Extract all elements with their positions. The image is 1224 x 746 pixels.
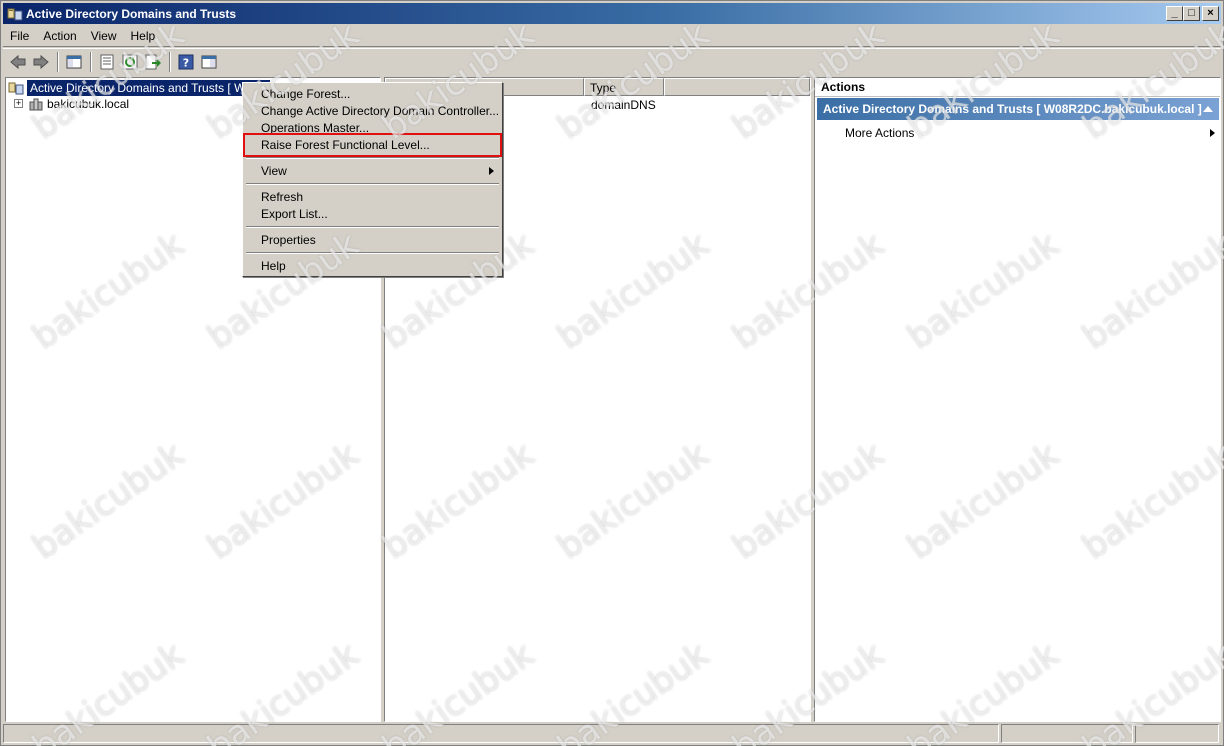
properties-button[interactable] bbox=[96, 51, 118, 73]
app-window: Active Directory Domains and Trusts _ □ … bbox=[0, 0, 1224, 746]
export-list-button[interactable] bbox=[142, 51, 164, 73]
ctx-view[interactable]: View bbox=[245, 162, 500, 179]
status-bar bbox=[3, 724, 1221, 744]
help-button[interactable]: ? bbox=[175, 51, 197, 73]
ctx-separator bbox=[246, 157, 499, 159]
back-button[interactable] bbox=[7, 51, 29, 73]
action-more-actions[interactable]: More Actions bbox=[845, 126, 1215, 140]
show-hide-action-pane-button[interactable] bbox=[198, 51, 220, 73]
toolbar-separator bbox=[169, 52, 171, 72]
list-row-type-cell[interactable]: domainDNS bbox=[591, 98, 656, 112]
status-segment bbox=[3, 724, 999, 743]
ctx-separator bbox=[246, 226, 499, 228]
toolbar-separator bbox=[57, 52, 59, 72]
toolbar: ? bbox=[3, 48, 1221, 75]
ctx-change-forest[interactable]: Change Forest... bbox=[245, 85, 500, 102]
refresh-button[interactable] bbox=[119, 51, 141, 73]
tree-root-label[interactable]: Active Directory Domains and Trusts [ W0… bbox=[27, 79, 271, 96]
menu-bar: File Action View Help bbox=[3, 26, 1221, 47]
ad-domains-trusts-icon bbox=[8, 80, 24, 96]
action-more-actions-label: More Actions bbox=[845, 126, 915, 140]
status-segment bbox=[1001, 724, 1133, 743]
back-icon bbox=[10, 54, 26, 70]
actions-pane: Actions Active Directory Domains and Tru… bbox=[814, 77, 1221, 722]
export-list-icon bbox=[145, 54, 161, 70]
domain-icon bbox=[28, 96, 44, 112]
maximize-button[interactable]: □ bbox=[1183, 6, 1200, 21]
column-header-type[interactable]: Type bbox=[584, 78, 664, 96]
ctx-help[interactable]: Help bbox=[245, 257, 500, 274]
ctx-view-label: View bbox=[261, 163, 287, 178]
title-bar[interactable]: Active Directory Domains and Trusts _ □ … bbox=[3, 3, 1221, 24]
toolbar-separator bbox=[90, 52, 92, 72]
context-menu: Change Forest... Change Active Directory… bbox=[242, 82, 503, 277]
column-header-filler bbox=[664, 78, 810, 96]
actions-section-title: Active Directory Domains and Trusts [ W0… bbox=[823, 102, 1202, 116]
show-hide-action-pane-icon bbox=[201, 55, 217, 69]
ctx-change-domain-controller[interactable]: Change Active Directory Domain Controlle… bbox=[245, 102, 500, 119]
actions-header: Actions bbox=[815, 78, 1220, 97]
help-icon: ? bbox=[178, 54, 194, 70]
ctx-export-list[interactable]: Export List... bbox=[245, 205, 500, 222]
actions-section-header[interactable]: Active Directory Domains and Trusts [ W0… bbox=[817, 98, 1219, 120]
status-segment bbox=[1135, 724, 1219, 743]
tree-domain-label[interactable]: bakicubuk.local bbox=[47, 97, 129, 111]
svg-text:?: ? bbox=[183, 57, 189, 70]
ctx-separator bbox=[246, 252, 499, 254]
menu-view[interactable]: View bbox=[84, 27, 124, 45]
ad-domains-trusts-icon bbox=[7, 6, 23, 22]
forward-icon bbox=[33, 54, 49, 70]
tree-expander[interactable]: + bbox=[14, 99, 23, 108]
menu-file[interactable]: File bbox=[3, 27, 36, 45]
window-title: Active Directory Domains and Trusts bbox=[26, 6, 237, 21]
show-hide-tree-button[interactable] bbox=[63, 51, 85, 73]
minimize-button[interactable]: _ bbox=[1166, 6, 1183, 21]
menu-help[interactable]: Help bbox=[124, 27, 163, 45]
submenu-arrow-icon bbox=[489, 167, 494, 175]
close-button[interactable]: × bbox=[1202, 6, 1219, 21]
ctx-separator bbox=[246, 183, 499, 185]
ctx-operations-master[interactable]: Operations Master... bbox=[245, 119, 500, 136]
collapse-up-icon[interactable] bbox=[1203, 106, 1213, 112]
menu-action[interactable]: Action bbox=[36, 27, 83, 45]
ctx-raise-forest-functional-level[interactable]: Raise Forest Functional Level... bbox=[245, 136, 500, 153]
tree-domain-node[interactable]: + bakicubuk.local bbox=[14, 95, 129, 112]
show-hide-tree-icon bbox=[66, 55, 82, 69]
forward-button[interactable] bbox=[30, 51, 52, 73]
ctx-properties[interactable]: Properties bbox=[245, 231, 500, 248]
submenu-arrow-icon bbox=[1210, 129, 1215, 137]
tree-root-node[interactable]: Active Directory Domains and Trusts [ W0… bbox=[8, 79, 271, 96]
ctx-refresh[interactable]: Refresh bbox=[245, 188, 500, 205]
refresh-icon bbox=[122, 54, 138, 70]
properties-icon bbox=[100, 54, 114, 70]
